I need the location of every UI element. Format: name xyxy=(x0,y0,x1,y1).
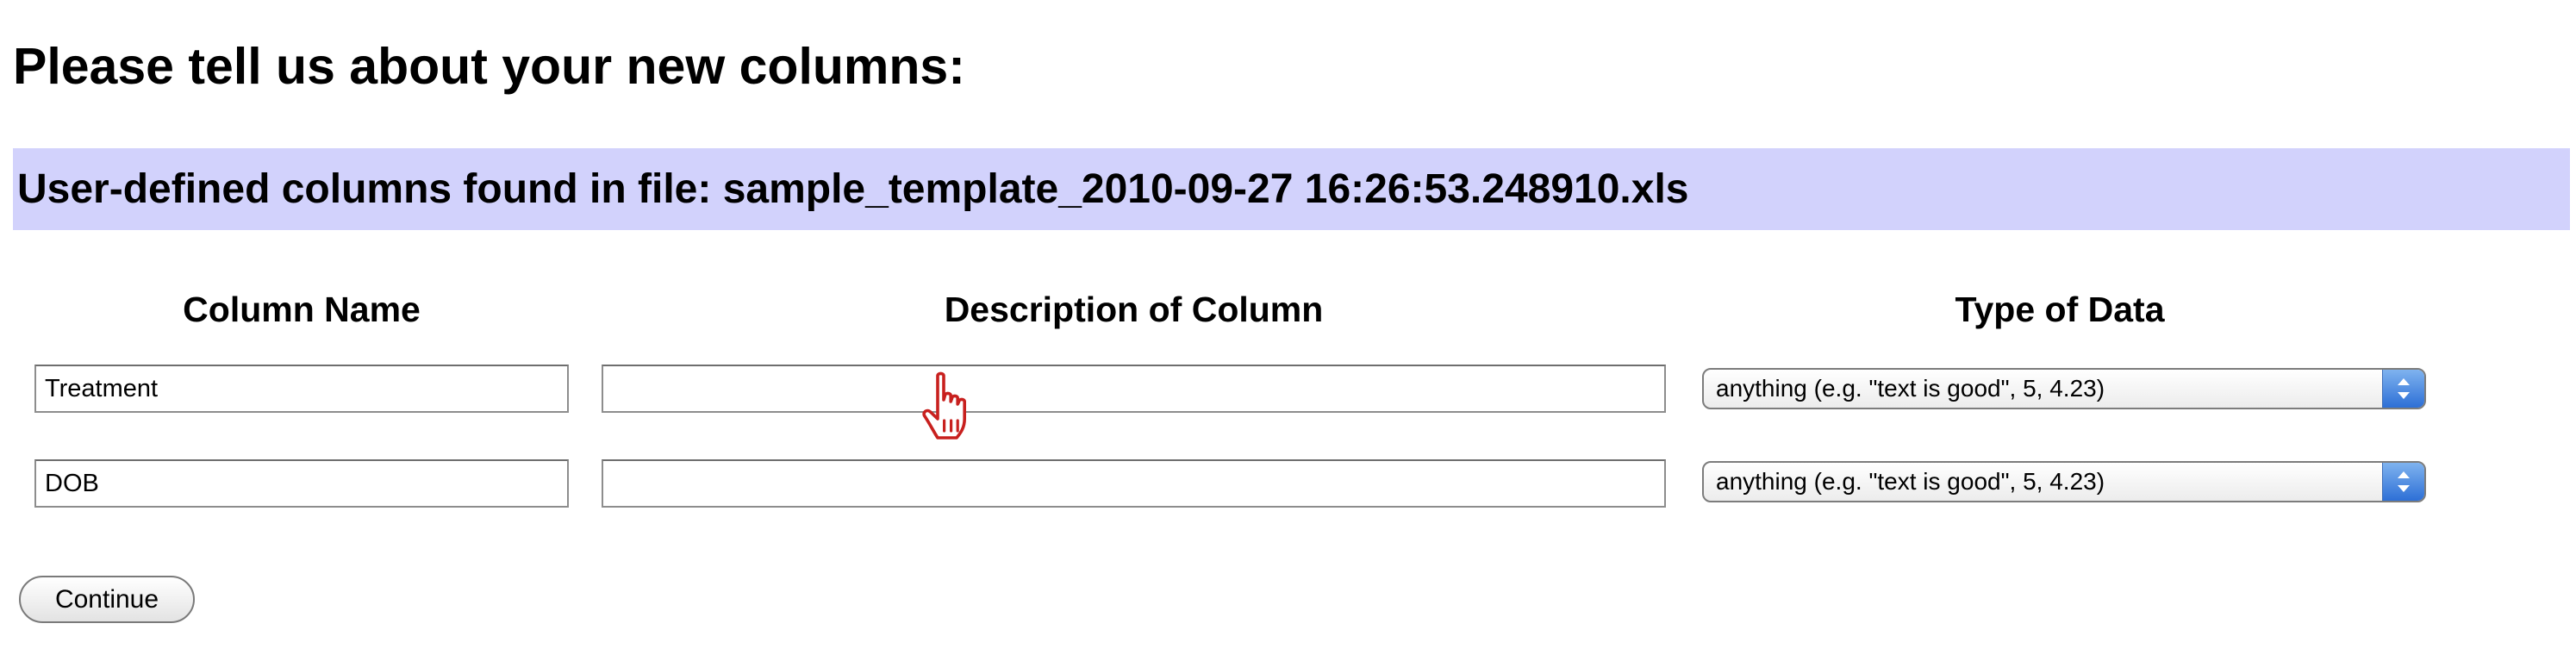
continue-button[interactable]: Continue xyxy=(19,576,195,623)
data-type-selected-value: anything (e.g. "text is good", 5, 4.23) xyxy=(1716,468,2105,495)
column-name-input[interactable] xyxy=(34,365,569,413)
data-type-select[interactable]: anything (e.g. "text is good", 5, 4.23) xyxy=(1702,461,2426,502)
column-name-input[interactable] xyxy=(34,459,569,508)
file-banner-title: User-defined columns found in file: samp… xyxy=(17,166,1689,212)
description-header: Description of Column xyxy=(944,290,1324,329)
data-type-select[interactable]: anything (e.g. "text is good", 5, 4.23) xyxy=(1702,368,2426,409)
page-title: Please tell us about your new columns: xyxy=(13,38,965,95)
data-type-selected-value: anything (e.g. "text is good", 5, 4.23) xyxy=(1716,375,2105,402)
column-name-header: Column Name xyxy=(183,290,421,329)
up-down-arrows-icon xyxy=(2382,370,2424,408)
hand-pointer-cursor-icon xyxy=(919,371,977,445)
up-down-arrows-icon xyxy=(2382,463,2424,501)
column-description-input[interactable] xyxy=(602,459,1666,508)
column-description-input[interactable] xyxy=(602,365,1666,413)
type-of-data-header: Type of Data xyxy=(1955,290,2165,329)
file-banner: User-defined columns found in file: samp… xyxy=(13,148,2570,230)
